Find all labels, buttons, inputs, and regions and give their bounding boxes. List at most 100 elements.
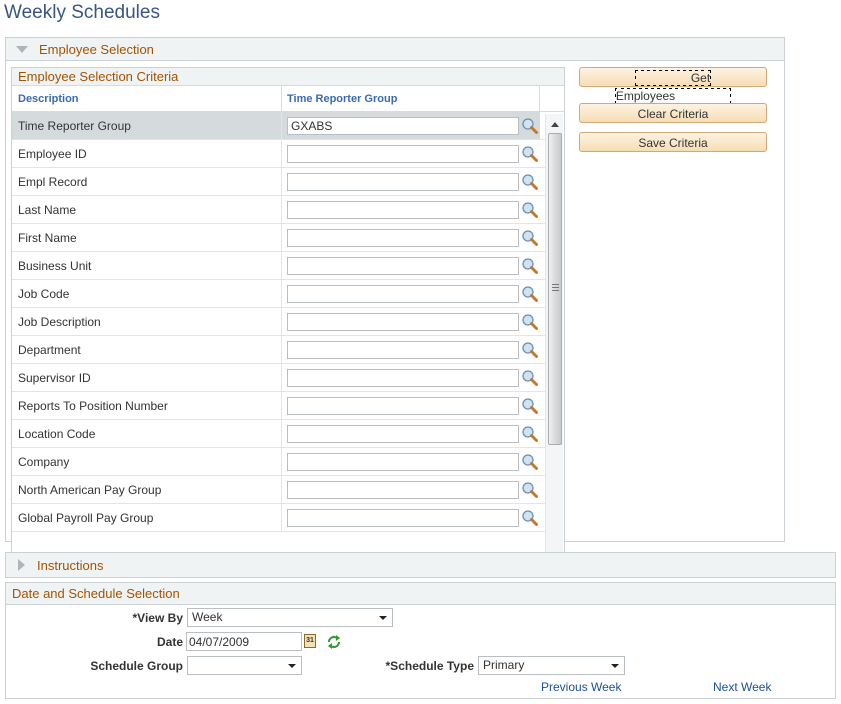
lookup-icon[interactable] — [521, 453, 539, 471]
table-row: First Name — [12, 224, 545, 252]
row-value-cell — [282, 448, 540, 475]
expand-triangle-icon[interactable] — [18, 559, 25, 571]
row-value-cell — [282, 504, 540, 531]
row-description: Global Payroll Pay Group — [12, 504, 282, 531]
scroll-up-arrow-icon[interactable] — [551, 122, 559, 127]
criteria-value-input[interactable] — [287, 284, 519, 303]
criteria-value-input[interactable] — [287, 396, 519, 415]
employee-selection-section: Employee Selection Employee Selection Cr… — [5, 37, 785, 569]
date-schedule-title: Date and Schedule Selection — [12, 585, 180, 601]
table-row: Company — [12, 448, 545, 476]
employee-selection-header[interactable]: Employee Selection — [6, 38, 784, 61]
criteria-value-input[interactable] — [287, 340, 519, 359]
row-description: First Name — [12, 224, 282, 251]
row-value-cell — [282, 476, 540, 503]
criteria-value-input[interactable] — [287, 312, 519, 331]
row-description: Reports To Position Number — [12, 392, 282, 419]
row-value-cell — [282, 392, 540, 419]
lookup-icon[interactable] — [521, 313, 539, 331]
table-row: Last Name — [12, 196, 545, 224]
view-by-select[interactable]: Week — [187, 608, 393, 627]
previous-week-link[interactable]: Previous Week — [541, 680, 621, 694]
row-value-cell — [282, 336, 540, 363]
refresh-icon[interactable] — [326, 635, 342, 649]
lookup-icon[interactable] — [521, 145, 539, 163]
row-description: Job Code — [12, 280, 282, 307]
calendar-icon[interactable]: 31 — [304, 634, 316, 648]
chevron-down-icon — [288, 664, 296, 668]
row-value-cell — [282, 140, 540, 167]
row-description: Last Name — [12, 196, 282, 223]
next-week-link[interactable]: Next Week — [713, 680, 771, 694]
row-description: Location Code — [12, 420, 282, 447]
date-input[interactable] — [186, 632, 302, 651]
lookup-icon[interactable] — [521, 481, 539, 499]
lookup-icon[interactable] — [521, 173, 539, 191]
view-by-value: Week — [192, 610, 223, 624]
lookup-icon[interactable] — [521, 257, 539, 275]
schedule-type-value: Primary — [483, 658, 525, 672]
lookup-icon[interactable] — [521, 397, 539, 415]
employee-selection-criteria-grid: Employee Selection Criteria Description … — [11, 67, 565, 569]
row-value-cell — [282, 224, 540, 251]
criteria-value-input[interactable] — [287, 480, 519, 499]
lookup-icon[interactable] — [521, 117, 539, 135]
criteria-value-input[interactable] — [287, 256, 519, 275]
criteria-value-input[interactable] — [287, 424, 519, 443]
row-description: Time Reporter Group — [12, 112, 282, 139]
criteria-value-input[interactable] — [287, 172, 519, 191]
lookup-icon[interactable] — [521, 341, 539, 359]
employee-selection-title: Employee Selection — [39, 41, 154, 57]
get-employees-label: Get Employees — [614, 70, 732, 104]
row-description: Business Unit — [12, 252, 282, 279]
table-row: Job Code — [12, 280, 545, 308]
criteria-value-input[interactable] — [287, 452, 519, 471]
schedule-type-label: *Schedule Type — [385, 659, 474, 673]
page-title: Weekly Schedules — [4, 2, 160, 23]
row-value-cell — [282, 364, 540, 391]
scrollbar-thumb[interactable] — [548, 133, 562, 445]
table-row: Department — [12, 336, 545, 364]
lookup-icon[interactable] — [521, 369, 539, 387]
collapse-triangle-icon[interactable] — [16, 45, 28, 53]
criteria-value-input[interactable] — [287, 200, 519, 219]
chevron-down-icon — [611, 664, 619, 668]
chevron-down-icon — [379, 616, 387, 620]
grid-scrollbar[interactable] — [545, 114, 563, 568]
table-row: North American Pay Group — [12, 476, 545, 504]
instructions-section: Instructions — [5, 552, 836, 578]
table-row: Reports To Position Number — [12, 392, 545, 420]
row-description: Supervisor ID — [12, 364, 282, 391]
lookup-icon[interactable] — [521, 201, 539, 219]
criteria-value-input[interactable] — [287, 368, 519, 387]
criteria-value-input[interactable] — [287, 144, 519, 163]
get-employees-button[interactable]: Get Employees — [579, 67, 767, 104]
instructions-title: Instructions — [37, 557, 104, 573]
row-description: Empl Record — [12, 168, 282, 195]
row-description: Job Description — [12, 308, 282, 335]
lookup-icon[interactable] — [521, 509, 539, 527]
table-row: Employee ID — [12, 140, 545, 168]
table-row: Global Payroll Pay Group — [12, 504, 545, 532]
row-value-cell — [282, 168, 540, 195]
criteria-value-input[interactable] — [287, 228, 519, 247]
row-value-cell — [282, 196, 540, 223]
instructions-header[interactable]: Instructions — [6, 553, 835, 577]
grid-rows: Time Reporter GroupEmployee IDEmpl Recor… — [12, 112, 564, 532]
criteria-value-input[interactable] — [287, 508, 519, 527]
row-description: North American Pay Group — [12, 476, 282, 503]
row-description: Company — [12, 448, 282, 475]
view-by-label: *View By — [132, 611, 183, 625]
grid-title: Employee Selection Criteria — [12, 68, 564, 86]
lookup-icon[interactable] — [521, 229, 539, 247]
schedule-type-select[interactable]: Primary — [478, 656, 625, 675]
row-value-cell — [282, 420, 540, 447]
lookup-icon[interactable] — [521, 285, 539, 303]
schedule-group-label: Schedule Group — [90, 659, 183, 673]
schedule-group-select[interactable] — [187, 656, 302, 675]
table-row: Time Reporter Group — [12, 112, 545, 140]
lookup-icon[interactable] — [521, 425, 539, 443]
criteria-value-input[interactable] — [287, 116, 519, 135]
save-criteria-button[interactable]: Save Criteria — [579, 132, 767, 152]
clear-criteria-button[interactable]: Clear Criteria — [579, 103, 767, 123]
